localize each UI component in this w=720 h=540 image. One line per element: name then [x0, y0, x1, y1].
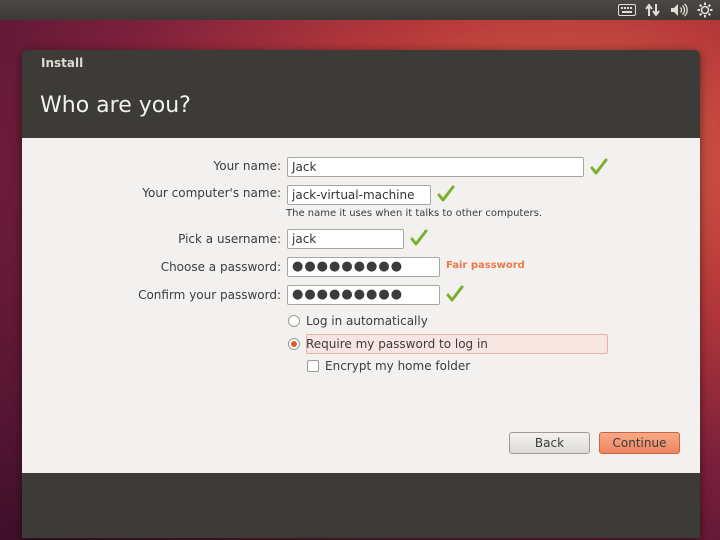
login-automatically-label: Log in automatically	[306, 314, 428, 328]
continue-button[interactable]: Continue	[599, 432, 680, 454]
computer-name-valid-check-icon	[437, 185, 455, 203]
password-label: Choose a password:	[160, 260, 281, 274]
name-label: Your name:	[213, 159, 281, 173]
encrypt-home-checkbox[interactable]	[307, 360, 319, 372]
form-content: Your name: Jack Your computer's name: ja…	[22, 138, 700, 473]
confirm-password-valid-check-icon	[446, 285, 464, 303]
password-strength: Fair password	[446, 260, 525, 271]
installer-window: Install Who are you? Your name: Jack You…	[22, 50, 700, 538]
volume-icon[interactable]	[670, 2, 688, 18]
confirm-password-label: Confirm your password:	[138, 288, 281, 302]
login-automatically-radio[interactable]	[288, 315, 300, 327]
encrypt-home-label: Encrypt my home folder	[325, 359, 471, 373]
name-field[interactable]: Jack	[287, 157, 584, 177]
password-field[interactable]: ●●●●●●●●●	[287, 257, 440, 277]
require-password-radio[interactable]	[288, 338, 300, 350]
settings-gear-icon[interactable]	[696, 2, 714, 18]
username-valid-check-icon	[410, 229, 428, 247]
window-footer	[22, 473, 700, 538]
back-button[interactable]: Back	[509, 432, 590, 454]
require-password-option[interactable]: Require my password to log in	[288, 337, 488, 351]
name-valid-check-icon	[590, 158, 608, 176]
encrypt-home-option[interactable]: Encrypt my home folder	[307, 359, 470, 373]
network-icon[interactable]	[644, 2, 662, 18]
login-automatically-option[interactable]: Log in automatically	[288, 314, 428, 328]
top-panel	[0, 0, 720, 20]
window-title: Install	[41, 56, 84, 70]
window-header: Install Who are you?	[22, 50, 700, 138]
username-field[interactable]: jack	[287, 229, 404, 249]
computer-name-hint: The name it uses when it talks to other …	[286, 208, 543, 219]
computer-name-label: Your computer's name:	[142, 186, 281, 200]
keyboard-icon[interactable]	[618, 2, 636, 18]
page-title: Who are you?	[40, 93, 191, 118]
username-label: Pick a username:	[178, 232, 281, 246]
confirm-password-field[interactable]: ●●●●●●●●●	[287, 285, 440, 305]
require-password-label: Require my password to log in	[306, 337, 488, 351]
computer-name-field[interactable]: jack-virtual-machine	[287, 185, 431, 205]
